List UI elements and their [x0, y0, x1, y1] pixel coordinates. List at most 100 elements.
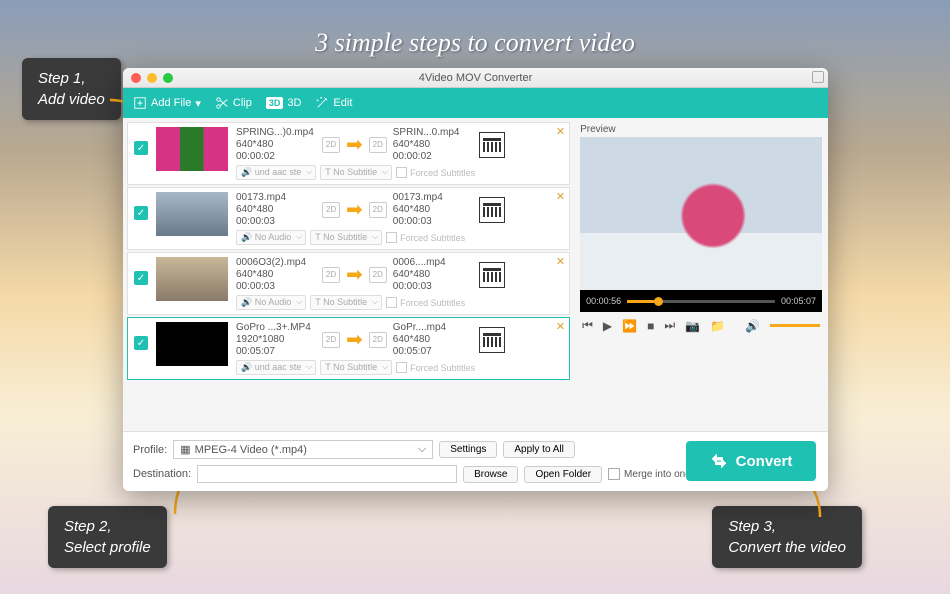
timeline[interactable]: 00:00:56 00:05:07: [580, 290, 822, 312]
preview-panel: Preview 00:00:56 00:05:07 ⏮ ▶ ⏩ ■ ⏭ 📷 📁 …: [574, 118, 828, 431]
dest-2d-badge: 2D: [369, 202, 387, 218]
scissors-icon: [215, 96, 229, 110]
play-button[interactable]: ▶: [603, 319, 612, 333]
next-frame-button[interactable]: ⏩: [622, 319, 637, 333]
list-item[interactable]: ✕ ✓ SPRING...)0.mp4 640*480 00:00:02 2D …: [127, 122, 570, 185]
preview-label: Preview: [580, 122, 822, 137]
arrow-right-icon: ➡: [346, 197, 363, 222]
3d-button[interactable]: 3D 3D: [266, 97, 302, 109]
3d-label: 3D: [287, 97, 301, 109]
volume-slider[interactable]: [770, 324, 820, 327]
item-checkbox[interactable]: ✓: [134, 336, 148, 350]
callout-step3-line1: Step 3,: [728, 516, 846, 537]
forced-subtitles-checkbox[interactable]: Forced Subtitles: [386, 230, 465, 245]
list-item[interactable]: ✕ ✓ 00173.mp4 640*480 00:00:03 2D ➡ 2D 0…: [127, 187, 570, 250]
item-meta: 00173.mp4 640*480 00:00:03 2D ➡ 2D 00173…: [236, 192, 563, 245]
remove-item-button[interactable]: ✕: [556, 255, 565, 268]
list-item[interactable]: ✕ ✓ GoPro ...3+.MP4 1920*1080 00:05:07 2…: [127, 317, 570, 380]
profile-value: MPEG-4 Video (*.mp4): [195, 444, 307, 456]
preview-video[interactable]: 00:00:56 00:05:07: [580, 137, 822, 312]
remove-item-button[interactable]: ✕: [556, 190, 565, 203]
item-checkbox[interactable]: ✓: [134, 271, 148, 285]
callout-step1-line2: Add video: [38, 89, 105, 110]
source-dur: 00:00:02: [236, 151, 316, 162]
source-res: 640*480: [236, 269, 316, 280]
forced-subtitles-checkbox[interactable]: Forced Subtitles: [396, 165, 475, 180]
open-folder-button[interactable]: Open Folder: [524, 466, 602, 483]
format-icon[interactable]: [479, 262, 505, 288]
time-current: 00:00:56: [586, 296, 621, 306]
thumbnail: [156, 192, 228, 236]
fullscreen-icon[interactable]: [812, 71, 824, 83]
profile-label: Profile:: [133, 444, 167, 456]
convert-button[interactable]: Convert: [686, 441, 816, 481]
add-file-button[interactable]: Add File ▾: [133, 96, 201, 110]
source-2d-badge: 2D: [322, 267, 340, 283]
audio-select[interactable]: 🔊 No Audio: [236, 230, 306, 245]
hero-title: 3 simple steps to convert video: [0, 28, 950, 58]
clip-button[interactable]: Clip: [215, 96, 252, 110]
remove-item-button[interactable]: ✕: [556, 320, 565, 333]
source-res: 640*480: [236, 204, 316, 215]
callout-step3: Step 3, Convert the video: [712, 506, 862, 568]
add-file-label: Add File: [151, 97, 191, 109]
folder-button[interactable]: 📁: [710, 319, 725, 333]
destination-input[interactable]: [197, 465, 457, 483]
edit-label: Edit: [333, 97, 352, 109]
thumbnail: [156, 322, 228, 366]
add-file-icon: [133, 96, 147, 110]
item-checkbox[interactable]: ✓: [134, 141, 148, 155]
audio-select[interactable]: 🔊 und aac ste: [236, 360, 316, 375]
callout-step1: Step 1, Add video: [22, 58, 121, 120]
forced-subtitles-checkbox[interactable]: Forced Subtitles: [396, 360, 475, 375]
convert-label: Convert: [736, 453, 793, 470]
apply-all-button[interactable]: Apply to All: [503, 441, 574, 458]
arrow-right-icon: ➡: [346, 327, 363, 352]
source-dur: 00:00:03: [236, 216, 316, 227]
subtitle-select[interactable]: T No Subtitle: [310, 230, 382, 245]
format-small-icon: ▦: [180, 443, 190, 456]
dest-dur: 00:00:03: [393, 216, 473, 227]
snapshot-button[interactable]: 📷: [685, 319, 700, 333]
dest-res: 640*480: [393, 334, 473, 345]
settings-button[interactable]: Settings: [439, 441, 497, 458]
thumbnail: [156, 257, 228, 301]
arrow-right-icon: ➡: [346, 262, 363, 287]
next-button[interactable]: ⏭: [664, 318, 675, 333]
source-name: 0006O3(2).mp4: [236, 257, 316, 268]
format-icon[interactable]: [479, 327, 505, 353]
source-2d-badge: 2D: [322, 202, 340, 218]
dest-res: 640*480: [393, 204, 473, 215]
item-checkbox[interactable]: ✓: [134, 206, 148, 220]
source-name: SPRING...)0.mp4: [236, 127, 316, 138]
stop-button[interactable]: ■: [647, 319, 654, 333]
audio-select[interactable]: 🔊 No Audio: [236, 295, 306, 310]
prev-button[interactable]: ⏮: [582, 318, 593, 333]
source-dur: 00:00:03: [236, 281, 316, 292]
format-icon[interactable]: [479, 197, 505, 223]
player-controls: ⏮ ▶ ⏩ ■ ⏭ 📷 📁 🔊: [580, 312, 822, 339]
dest-dur: 00:00:02: [393, 151, 473, 162]
profile-select[interactable]: ▦ MPEG-4 Video (*.mp4): [173, 440, 433, 459]
dest-name: SPRIN...0.mp4: [393, 127, 473, 138]
forced-subtitles-checkbox[interactable]: Forced Subtitles: [386, 295, 465, 310]
3d-icon: 3D: [266, 97, 284, 109]
browse-button[interactable]: Browse: [463, 466, 518, 483]
subtitle-select[interactable]: T No Subtitle: [320, 360, 392, 375]
subtitle-select[interactable]: T No Subtitle: [310, 295, 382, 310]
format-icon[interactable]: [479, 132, 505, 158]
volume-icon[interactable]: 🔊: [745, 319, 760, 333]
edit-button[interactable]: Edit: [315, 96, 352, 110]
audio-select[interactable]: 🔊 und aac ste: [236, 165, 316, 180]
subtitle-select[interactable]: T No Subtitle: [320, 165, 392, 180]
callout-step2: Step 2, Select profile: [48, 506, 167, 568]
remove-item-button[interactable]: ✕: [556, 125, 565, 138]
callout-step1-line1: Step 1,: [38, 68, 105, 89]
app-window: 4Video MOV Converter Add File ▾ Clip 3D …: [123, 68, 828, 491]
callout-step3-line2: Convert the video: [728, 537, 846, 558]
item-meta: GoPro ...3+.MP4 1920*1080 00:05:07 2D ➡ …: [236, 322, 563, 375]
dest-2d-badge: 2D: [369, 332, 387, 348]
list-item[interactable]: ✕ ✓ 0006O3(2).mp4 640*480 00:00:03 2D ➡ …: [127, 252, 570, 315]
seek-track[interactable]: [627, 300, 775, 303]
callout-step2-line1: Step 2,: [64, 516, 151, 537]
